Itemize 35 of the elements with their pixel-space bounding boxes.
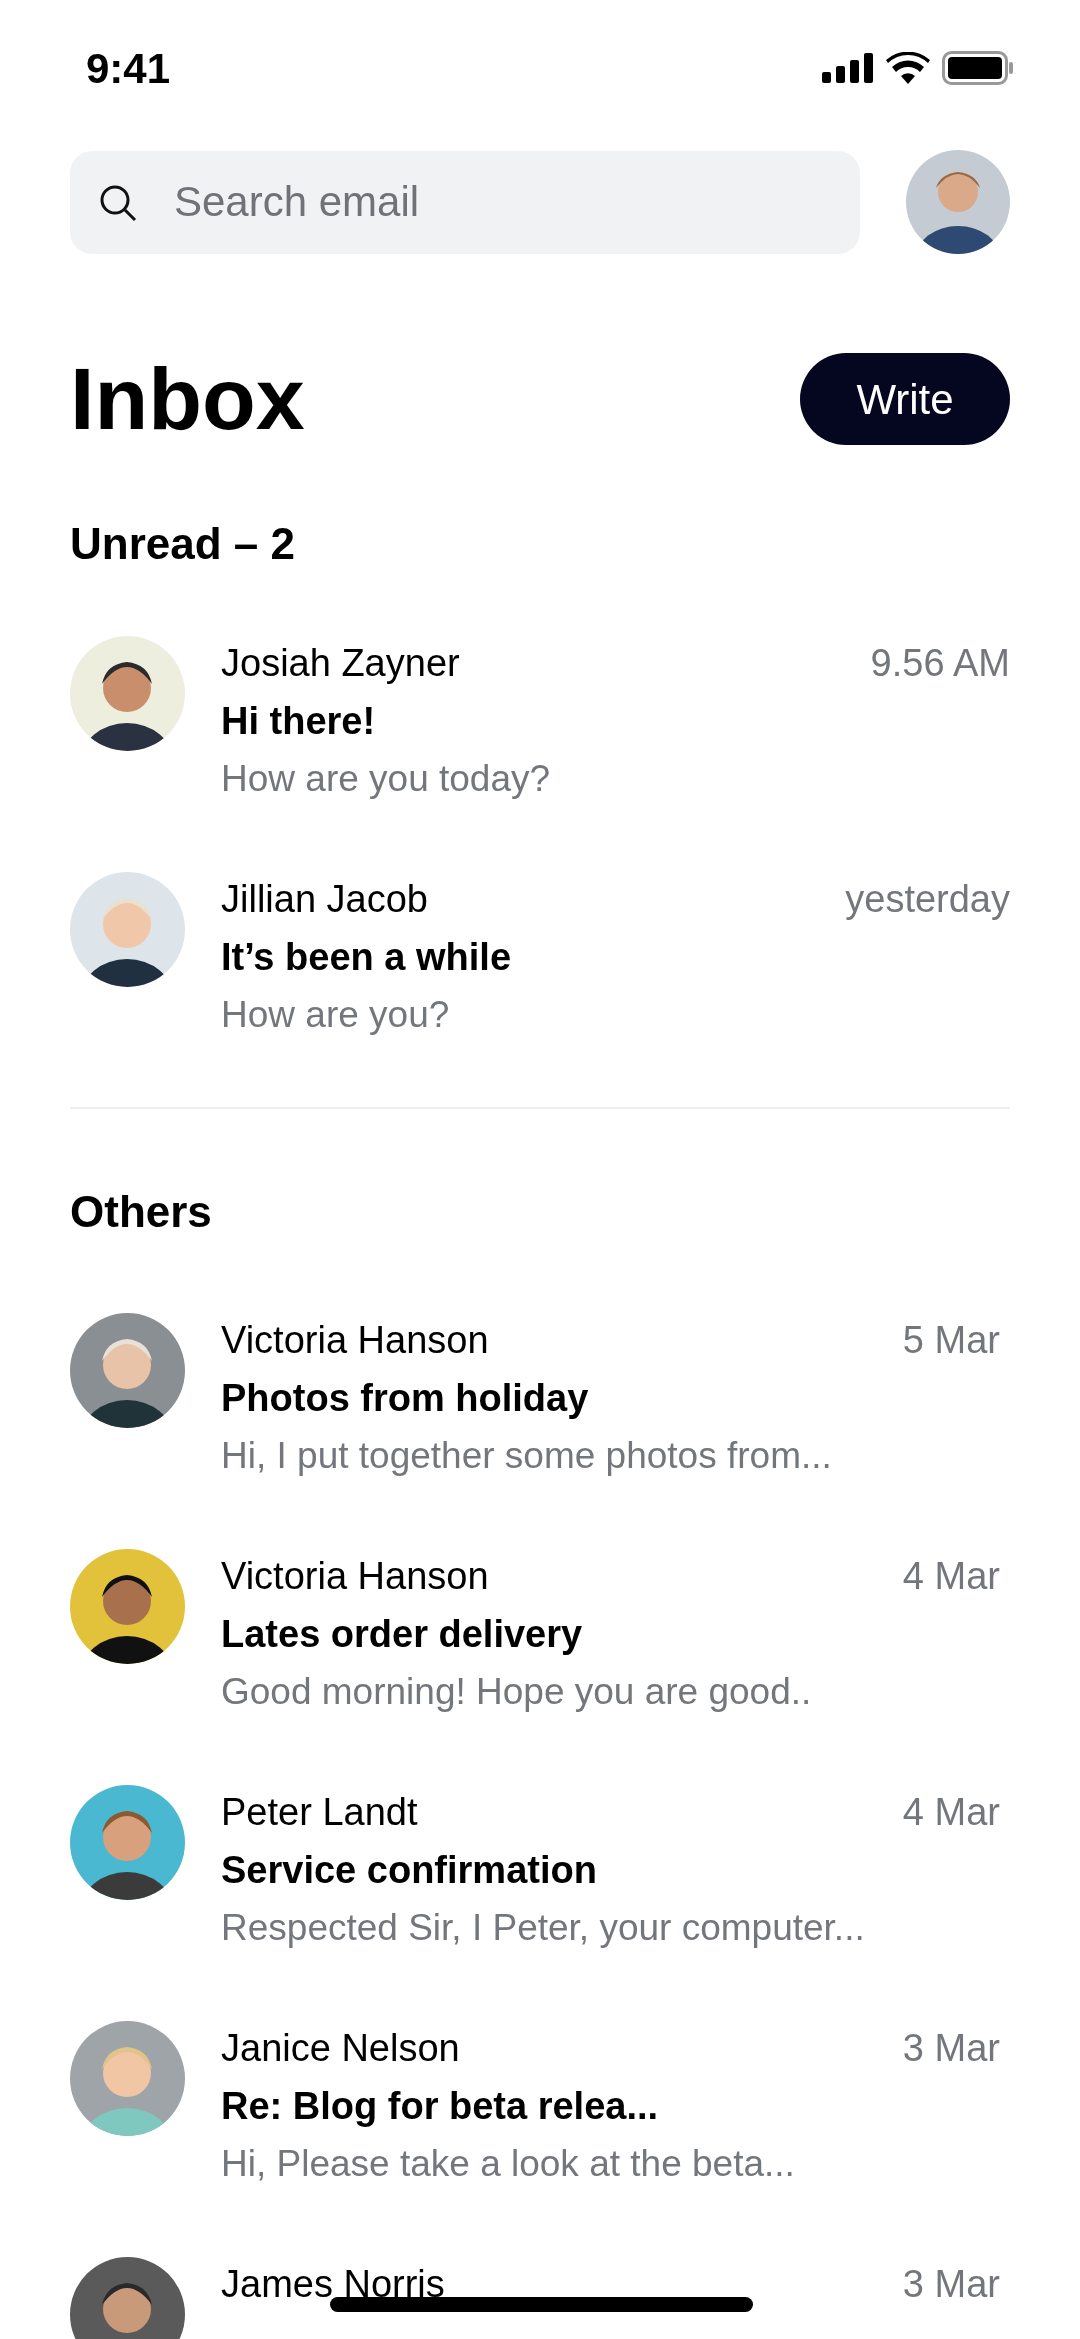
sender-name: Peter Landt	[221, 1790, 418, 1835]
status-time: 9:41	[86, 43, 171, 94]
sender-name: Jillian Jacob	[221, 877, 428, 922]
email-subject: Photos from holiday	[221, 1376, 589, 1421]
sender-name: Victoria Hanson	[221, 1554, 489, 1599]
email-time: 3 Mar	[902, 2026, 1000, 2071]
sender-name: Josiah Zayner	[221, 641, 460, 686]
email-preview: How are you today?	[221, 757, 551, 801]
email-time: 4 Mar	[902, 1790, 1000, 1835]
email-subject: Service confirmation	[221, 1848, 597, 1893]
email-subject: It’s been a while	[221, 935, 511, 980]
email-time: 5 Mar	[902, 1318, 1000, 1363]
email-subject: Lates order delivery	[221, 1612, 583, 1657]
email-time: yesterday	[845, 877, 1010, 922]
email-subject: Re: Blog for beta relea...	[221, 2084, 659, 2129]
email-subject: Hi there!	[221, 699, 376, 744]
inbox-title: Inbox	[70, 355, 305, 443]
email-time: 4 Mar	[902, 1554, 1000, 1599]
battery-icon	[942, 51, 1014, 85]
wifi-icon	[886, 52, 930, 84]
write-button[interactable]: Write	[800, 353, 1010, 445]
email-preview: Hi, Please take a look at the beta...	[221, 2142, 795, 2186]
sender-name: James Norris	[221, 2262, 445, 2307]
email-preview: How are you?	[221, 993, 450, 1037]
email-preview: Hi, I put together some photos from...	[221, 1434, 832, 1478]
section-heading: Unread – 2	[70, 518, 295, 570]
email-preview: Respected Sir, I Peter, your computer...	[221, 1906, 865, 1950]
signal-icon	[822, 53, 874, 83]
email-preview: Good morning! Hope you are good..	[221, 1670, 812, 1714]
email-time: 3 Mar	[902, 2262, 1000, 2307]
search-field[interactable]: Search email	[70, 150, 860, 254]
sender-name: Janice Nelson	[221, 2026, 460, 2071]
email-time: 9.56 AM	[870, 641, 1010, 686]
section-heading: Others	[70, 1186, 212, 1238]
sender-name: Victoria Hanson	[221, 1318, 489, 1363]
